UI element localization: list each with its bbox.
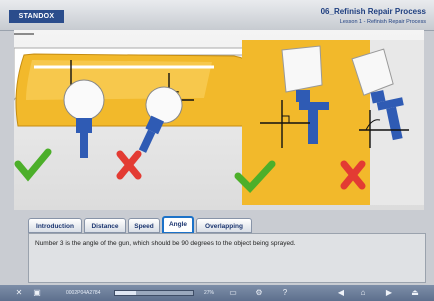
- lesson-illustration: [14, 30, 424, 210]
- spray-cup-top: [63, 79, 105, 121]
- next-icon[interactable]: ▶: [384, 288, 394, 298]
- right-scene: [234, 40, 424, 205]
- gun-handle-2: [138, 129, 156, 153]
- gun-head: [296, 90, 310, 102]
- lesson-subtitle: Lesson 1 - Refinish Repair Process: [339, 19, 426, 25]
- gun-handle: [80, 133, 88, 158]
- header-bar: STANDOX 06_Refinish Repair Process Lesso…: [0, 0, 434, 31]
- home-icon[interactable]: ⌂: [358, 288, 368, 298]
- back-icon[interactable]: ◀: [336, 288, 346, 298]
- spray-cup-side: [281, 45, 323, 93]
- progress-fill: [115, 291, 137, 295]
- gun-barrel: [299, 102, 329, 110]
- gun-grip: [308, 110, 318, 144]
- description-text: Number 3 is the angle of the gun, which …: [35, 240, 296, 247]
- correct-check-icon: [14, 148, 52, 182]
- course-title: 06_Refinish Repair Process: [320, 7, 426, 16]
- tools-icon[interactable]: ⚙: [254, 288, 264, 298]
- tab-speed[interactable]: Speed: [128, 218, 160, 233]
- tab-distance[interactable]: Distance: [84, 218, 126, 233]
- tab-angle[interactable]: Angle: [162, 216, 194, 234]
- lock-icon[interactable]: ▣: [32, 288, 42, 298]
- progress-percent: 27%: [204, 290, 215, 296]
- monitor-icon[interactable]: ▭: [228, 288, 238, 298]
- tab-introduction[interactable]: Introduction: [28, 218, 82, 233]
- description-panel: Number 3 is the angle of the gun, which …: [28, 233, 426, 283]
- exit-icon[interactable]: ⏏: [410, 288, 420, 298]
- gun-body-blue: [76, 118, 92, 133]
- standox-logo: STANDOX: [9, 10, 64, 23]
- wrong-x-icon: [116, 150, 142, 180]
- close-icon[interactable]: ✕: [14, 288, 24, 298]
- bottom-toolbar: ✕ ▣ 0002P04A2784 27% ▭ ⚙ ? ◀ ⌂ ▶ ⏏: [0, 285, 434, 301]
- tab-overlapping[interactable]: Overlapping: [196, 218, 252, 233]
- course-code: 0002P04A2784: [66, 290, 101, 296]
- progress-bar: [114, 290, 194, 296]
- help-icon[interactable]: ?: [280, 288, 290, 298]
